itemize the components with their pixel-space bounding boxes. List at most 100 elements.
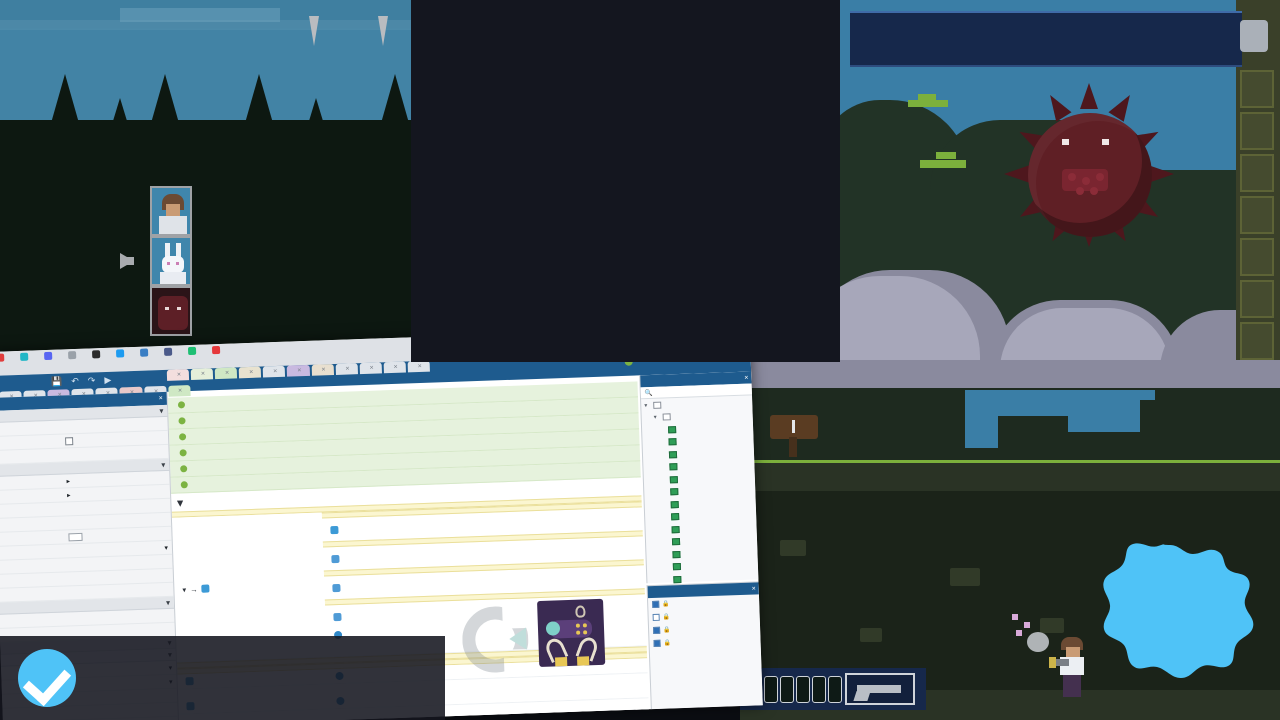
temple-wall (1236, 0, 1280, 362)
bookmark[interactable] (139, 348, 151, 357)
color-swatch[interactable] (68, 532, 83, 541)
bookmark[interactable] (115, 349, 127, 358)
expand-icon[interactable]: ▸ (67, 491, 71, 499)
visibility-checkbox[interactable] (652, 613, 660, 622)
chevron-down-icon[interactable]: ▾ (164, 543, 168, 551)
bookmark[interactable] (20, 352, 31, 361)
title-accent-spike-2 (378, 16, 388, 46)
close-icon[interactable]: × (369, 365, 373, 372)
ammo-slot (780, 676, 794, 703)
layout-icon (671, 513, 680, 521)
close-icon[interactable]: × (321, 366, 325, 373)
close-icon[interactable]: × (178, 387, 182, 394)
editor-tab[interactable]: × (166, 369, 190, 381)
property-key (0, 481, 67, 484)
close-icon[interactable]: × (177, 371, 181, 378)
chevron-down-icon[interactable]: ▾ (177, 496, 183, 509)
lock-icon[interactable]: 🔒 (663, 639, 671, 646)
visibility-checkbox[interactable] (652, 600, 660, 609)
close-icon[interactable]: × (249, 369, 253, 376)
chevron-down-icon[interactable]: ▾ (161, 460, 165, 468)
property-value[interactable] (69, 561, 172, 565)
close-icon[interactable]: × (752, 585, 756, 592)
bookmark[interactable] (187, 346, 199, 356)
close-icon[interactable]: × (345, 365, 349, 372)
editor-tab[interactable]: × (407, 360, 430, 373)
hud-bar (740, 668, 926, 710)
property-value (70, 589, 173, 593)
lock-icon[interactable]: 🔒 (663, 613, 671, 620)
layout-icon (671, 525, 680, 534)
layout-icon (668, 438, 677, 446)
muzzle-spark-1 (1012, 614, 1018, 620)
ammo-slot (796, 676, 810, 703)
bookmark[interactable] (0, 353, 7, 362)
bookmark[interactable] (92, 350, 103, 359)
editor-tab[interactable]: × (238, 366, 262, 379)
close-icon[interactable]: × (273, 368, 277, 375)
variable-icon (179, 449, 187, 457)
visibility-checkbox[interactable] (653, 639, 661, 648)
editor-tab[interactable]: × (311, 364, 334, 376)
menu-item-more-xanderwood[interactable] (150, 286, 210, 336)
layer-row[interactable]: 🔒 (649, 633, 760, 650)
property-key (0, 537, 68, 540)
bookmark[interactable] (163, 347, 175, 356)
chevron-down-icon[interactable]: ▾ (182, 585, 186, 594)
editor-tab[interactable]: × (287, 364, 310, 377)
property-value[interactable] (68, 519, 171, 523)
variable-icon (178, 417, 186, 425)
girl-portrait-thumb (150, 186, 192, 236)
editor-tab[interactable]: × (214, 367, 238, 380)
sprite-icon (332, 583, 341, 592)
close-icon[interactable]: × (225, 370, 229, 377)
bookmark[interactable] (211, 345, 223, 355)
new-badge (1082, 543, 1258, 709)
close-icon[interactable]: × (201, 371, 205, 378)
editor-tab[interactable]: × (190, 368, 214, 380)
weapon-slot (845, 673, 915, 705)
property-key (0, 565, 69, 568)
search-icon: 🔍 (644, 389, 654, 397)
property-key (0, 579, 70, 582)
close-icon[interactable]: × (418, 363, 422, 370)
variable-icon (180, 465, 188, 473)
chevron-down-icon[interactable]: ▾ (166, 598, 170, 606)
variable-icon (177, 401, 186, 409)
close-icon[interactable]: × (744, 374, 748, 381)
lock-icon[interactable]: 🔒 (662, 600, 670, 607)
visibility-checkbox[interactable] (653, 626, 661, 635)
foliage-1 (908, 100, 948, 107)
editor-tab[interactable]: × (167, 385, 191, 397)
close-icon[interactable]: × (297, 367, 301, 374)
variable-icon (180, 481, 188, 489)
property-value[interactable] (68, 505, 171, 509)
global-checkbox[interactable] (65, 436, 74, 445)
menu-item-credits[interactable] (120, 236, 210, 286)
property-key (0, 633, 72, 636)
property-value[interactable] (65, 423, 168, 427)
menu-item-play-game[interactable] (150, 186, 210, 236)
close-icon[interactable]: × (159, 395, 163, 402)
title-foreground (0, 120, 420, 362)
close-icon[interactable]: × (394, 364, 398, 371)
editor-tab[interactable]: × (359, 362, 382, 375)
chevron-down-icon[interactable]: ▾ (159, 406, 164, 414)
lock-icon[interactable]: 🔒 (663, 626, 671, 633)
editor-tab[interactable]: × (335, 363, 358, 375)
variable-icon (178, 433, 187, 441)
make-this-game-banner (0, 636, 445, 720)
system-icon (201, 584, 210, 593)
title-menu (120, 186, 210, 336)
editor-tab[interactable]: × (383, 361, 406, 374)
editor-tab[interactable]: × (263, 365, 286, 378)
bookmark[interactable] (44, 351, 55, 361)
bookmark[interactable] (68, 350, 79, 360)
ammo-slot (764, 676, 778, 703)
chevron-down-icon[interactable]: ▾ (644, 402, 650, 409)
construct-logo-icon (461, 605, 529, 673)
property-value[interactable] (71, 615, 174, 619)
chevron-down-icon[interactable]: ▾ (654, 414, 660, 421)
property-key (0, 495, 67, 498)
expand-icon[interactable]: ▸ (66, 477, 70, 485)
